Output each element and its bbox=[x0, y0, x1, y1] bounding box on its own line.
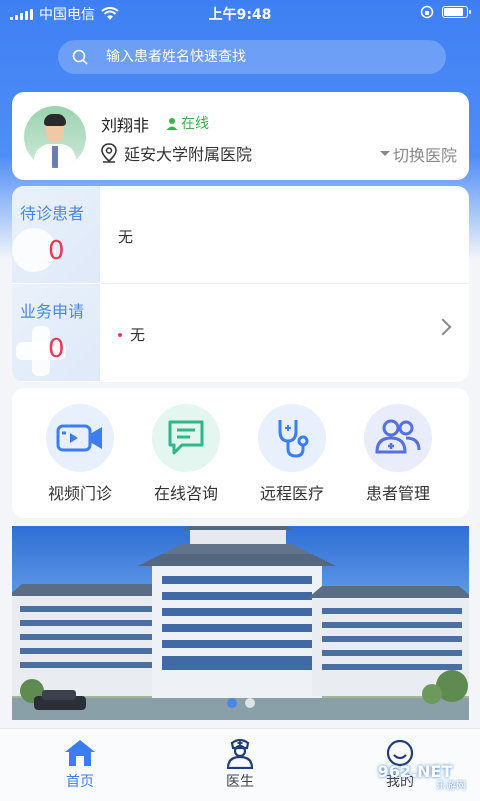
pager-dot-active[interactable] bbox=[227, 698, 237, 708]
chat-bubble-icon bbox=[152, 404, 220, 472]
switch-hospital-button[interactable]: 切换医院 bbox=[379, 142, 457, 166]
tasks-card: 待诊患者 0 无 业务申请 0 无 bbox=[12, 186, 469, 382]
search-input[interactable] bbox=[104, 48, 408, 66]
watermark-subtext: 乐游网 bbox=[436, 781, 466, 792]
hospital-info: 延安大学附属医院 bbox=[100, 141, 252, 165]
orientation-lock-icon bbox=[420, 5, 434, 19]
battery-icon bbox=[442, 6, 471, 18]
quick-action-label: 在线咨询 bbox=[153, 484, 218, 503]
pending-patients-content: 无 bbox=[118, 226, 133, 247]
status-right bbox=[420, 5, 471, 19]
business-application-count: 0 bbox=[48, 334, 65, 364]
pending-patients-text: 无 bbox=[118, 228, 134, 246]
quick-action-video-clinic[interactable]: 视频门诊 bbox=[30, 404, 130, 504]
quick-action-online-consult[interactable]: 在线咨询 bbox=[136, 404, 236, 504]
status-time: 上午9:48 bbox=[208, 7, 272, 23]
search-bar[interactable] bbox=[58, 40, 446, 74]
business-application-side: 业务申请 0 bbox=[12, 284, 100, 381]
avatar-hair bbox=[44, 114, 66, 126]
stethoscope-icon bbox=[258, 404, 326, 472]
business-application-content: 无 bbox=[118, 324, 145, 345]
switch-hospital-label: 切换医院 bbox=[392, 146, 457, 165]
pager-dot[interactable] bbox=[245, 698, 255, 708]
search-icon bbox=[72, 49, 88, 65]
quick-actions-card: 视频门诊 在线咨询 远程医疗 患者管理 bbox=[12, 388, 469, 518]
online-status: 在线 bbox=[166, 113, 209, 133]
doctor-profile-card: 刘翔非 在线 延安大学附属医院 切换医院 bbox=[12, 92, 469, 180]
quick-action-label: 视频门诊 bbox=[47, 484, 112, 503]
pending-patients-label: 待诊患者 bbox=[20, 204, 85, 223]
hospital-banner[interactable] bbox=[12, 526, 469, 720]
pending-patients-side: 待诊患者 0 bbox=[12, 186, 100, 283]
business-application-text: 无 bbox=[130, 326, 146, 344]
location-pin-icon bbox=[101, 143, 117, 163]
online-status-label: 在线 bbox=[181, 116, 209, 132]
home-icon bbox=[30, 737, 130, 769]
doctor-name: 刘翔非 bbox=[101, 116, 150, 135]
hospital-building-image bbox=[12, 526, 469, 720]
bullet-dot bbox=[118, 332, 122, 337]
business-application-label: 业务申请 bbox=[20, 302, 85, 321]
banner-pager bbox=[227, 698, 255, 708]
video-camera-icon bbox=[46, 404, 114, 472]
avatar-tie bbox=[52, 146, 58, 168]
online-user-icon bbox=[166, 117, 178, 130]
business-application-row[interactable]: 业务申请 0 无 bbox=[12, 284, 469, 381]
status-bar: 中国电信 上午9:48 bbox=[0, 0, 480, 26]
pending-patients-row[interactable]: 待诊患者 0 无 bbox=[12, 186, 469, 283]
quick-action-telemedicine[interactable]: 远程医疗 bbox=[242, 404, 342, 504]
doctor-icon bbox=[190, 737, 290, 769]
pending-patients-count: 0 bbox=[48, 236, 65, 266]
quick-action-patient-management[interactable]: 患者管理 bbox=[348, 404, 448, 504]
tab-home-label: 首页 bbox=[66, 774, 94, 790]
avatar[interactable] bbox=[24, 106, 86, 168]
tab-doctor[interactable]: 医生 bbox=[190, 737, 290, 791]
patients-group-icon bbox=[364, 404, 432, 472]
tab-home[interactable]: 首页 bbox=[30, 737, 130, 791]
hospital-name: 延安大学附属医院 bbox=[124, 145, 253, 164]
chevron-right-icon bbox=[434, 318, 452, 336]
caret-down-icon bbox=[379, 151, 390, 156]
quick-action-label: 患者管理 bbox=[365, 484, 430, 503]
tab-doctor-label: 医生 bbox=[226, 774, 254, 790]
quick-action-label: 远程医疗 bbox=[259, 484, 324, 503]
site-watermark: 962.NET 乐游网 bbox=[360, 748, 470, 794]
